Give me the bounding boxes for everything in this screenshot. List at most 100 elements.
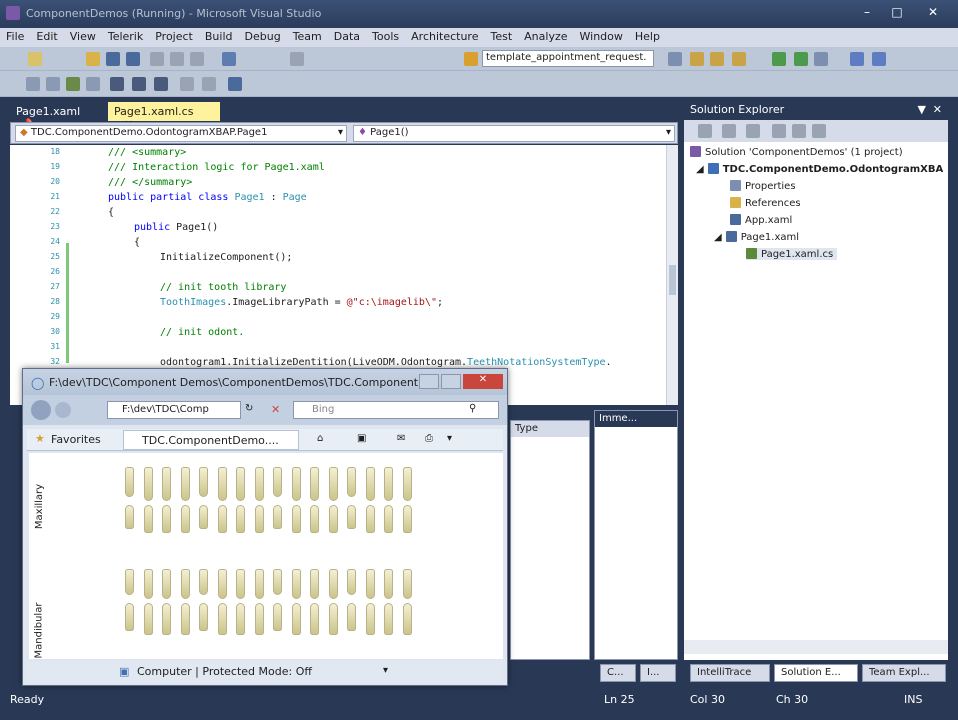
tooth[interactable] [310, 467, 319, 501]
tooth[interactable] [328, 603, 338, 635]
find-icon[interactable] [464, 52, 478, 66]
tooth[interactable] [199, 505, 208, 529]
page-menu-icon[interactable]: ▾ [447, 433, 452, 444]
tooth[interactable] [291, 505, 301, 533]
print-icon[interactable]: ⎙ [425, 433, 433, 444]
maximize-button[interactable]: □ [886, 4, 908, 20]
tooth[interactable] [291, 467, 301, 501]
address-bar[interactable]: F:\dev\TDC\Comp [107, 401, 241, 419]
show-all-files-icon[interactable] [722, 124, 736, 138]
forward-icon[interactable] [55, 402, 71, 418]
tree-item-project[interactable]: ◢ TDC.ComponentDemo.OdontogramXBA [696, 163, 943, 175]
member-list-icon[interactable] [26, 77, 40, 91]
search-icon[interactable]: ⚲ [469, 403, 476, 414]
tooth[interactable] [291, 603, 301, 635]
scroll-thumb[interactable] [669, 265, 676, 295]
tooth[interactable] [236, 603, 245, 635]
feeds-icon[interactable]: ▣ [357, 433, 366, 444]
tooth[interactable] [125, 569, 134, 595]
menu-project[interactable]: Project [149, 28, 199, 43]
tooth[interactable] [125, 603, 134, 631]
tooth[interactable] [236, 467, 245, 501]
stop-icon[interactable]: ✕ [271, 403, 280, 416]
browser-close-button[interactable]: ✕ [463, 374, 503, 389]
tooth[interactable] [328, 505, 338, 533]
find-in-files-icon[interactable] [668, 52, 682, 66]
tooth[interactable] [180, 505, 190, 533]
start-page-icon[interactable] [794, 52, 808, 66]
word-complete-icon[interactable] [86, 77, 100, 91]
tooth[interactable] [162, 505, 171, 533]
navigate-icon[interactable] [290, 52, 304, 66]
code-editor[interactable]: 1819202122232425262728293031323334 /// <… [10, 145, 678, 405]
tab-intellitrace[interactable]: IntelliTrace [690, 664, 770, 682]
extension-icon[interactable] [772, 52, 786, 66]
view-code-icon[interactable] [772, 124, 786, 138]
tree-item-properties[interactable]: Properties [730, 180, 796, 192]
class-diagram-icon[interactable] [812, 124, 826, 138]
save-all-icon[interactable] [126, 52, 140, 66]
browser-maximize-button[interactable] [441, 374, 461, 389]
menu-tools[interactable]: Tools [366, 28, 405, 43]
back-icon[interactable] [31, 400, 51, 420]
indent-icon[interactable] [110, 77, 124, 91]
copy-icon[interactable] [170, 52, 184, 66]
tree-item-page1-xaml[interactable]: ◢ Page1.xaml [714, 231, 799, 243]
tooth[interactable] [125, 505, 134, 529]
paste-icon[interactable] [190, 52, 204, 66]
menu-window[interactable]: Window [574, 28, 629, 43]
tree-item-references[interactable]: References [730, 197, 801, 209]
menu-analyze[interactable]: Analyze [518, 28, 573, 43]
home-icon[interactable]: ⌂ [317, 433, 323, 444]
tooth[interactable] [365, 603, 375, 635]
open-folder-icon[interactable] [86, 52, 100, 66]
properties-icon[interactable] [698, 124, 712, 138]
immediate-window[interactable]: Imme... [594, 410, 678, 660]
menu-architecture[interactable]: Architecture [405, 28, 484, 43]
tooth[interactable] [328, 569, 338, 599]
tooth[interactable] [199, 467, 208, 497]
tooth[interactable] [217, 467, 227, 501]
object-browser-icon[interactable] [710, 52, 724, 66]
expand-arrow-icon[interactable]: ◢ [696, 164, 704, 175]
tab-solution-explorer[interactable]: Solution E... [774, 664, 858, 682]
tree-item-solution[interactable]: Solution 'ComponentDemos' (1 project) [690, 146, 903, 158]
tooth[interactable] [180, 467, 190, 501]
tooth[interactable] [143, 603, 153, 635]
bookmark-icon[interactable] [202, 77, 216, 91]
quick-info-icon[interactable] [66, 77, 80, 91]
menu-help[interactable]: Help [629, 28, 666, 43]
comment-icon[interactable] [154, 77, 168, 91]
favorites-button[interactable]: Favorites [51, 433, 101, 446]
tooth[interactable] [254, 569, 264, 599]
tooth[interactable] [273, 467, 282, 497]
refresh-icon[interactable] [746, 124, 760, 138]
tab-team-explorer[interactable]: Team Expl... [862, 664, 946, 682]
member-combo[interactable]: ♦ Page1() ▾ [353, 125, 675, 142]
tooth[interactable] [402, 569, 412, 599]
tooth[interactable] [143, 569, 153, 599]
tooth[interactable] [199, 603, 208, 631]
tooth[interactable] [384, 569, 393, 599]
tree-item-page1-xaml-cs[interactable]: Page1.xaml.cs [746, 248, 838, 260]
menu-file[interactable]: File [0, 28, 30, 43]
tooth[interactable] [217, 505, 227, 533]
zoom-icon[interactable]: ▾ [383, 665, 388, 676]
tooth[interactable] [347, 603, 356, 631]
cut-icon[interactable] [150, 52, 164, 66]
editor-vertical-scrollbar[interactable] [666, 145, 678, 405]
tooth[interactable] [347, 505, 356, 529]
tooth[interactable] [273, 505, 282, 529]
tooth[interactable] [143, 505, 153, 533]
menu-debug[interactable]: Debug [239, 28, 287, 43]
tooth[interactable] [217, 603, 227, 635]
close-button[interactable]: ✕ [922, 4, 944, 20]
browser-minimize-button[interactable] [419, 374, 439, 389]
mail-icon[interactable]: ✉ [397, 433, 405, 444]
class-combo[interactable]: ◆ TDC.ComponentDemo.OdontogramXBAP.Page1… [15, 125, 347, 142]
close-icon[interactable]: ✕ [933, 103, 942, 116]
tooth[interactable] [384, 603, 393, 635]
tooth[interactable] [328, 467, 338, 501]
tooth[interactable] [402, 467, 412, 501]
menu-data[interactable]: Data [328, 28, 366, 43]
